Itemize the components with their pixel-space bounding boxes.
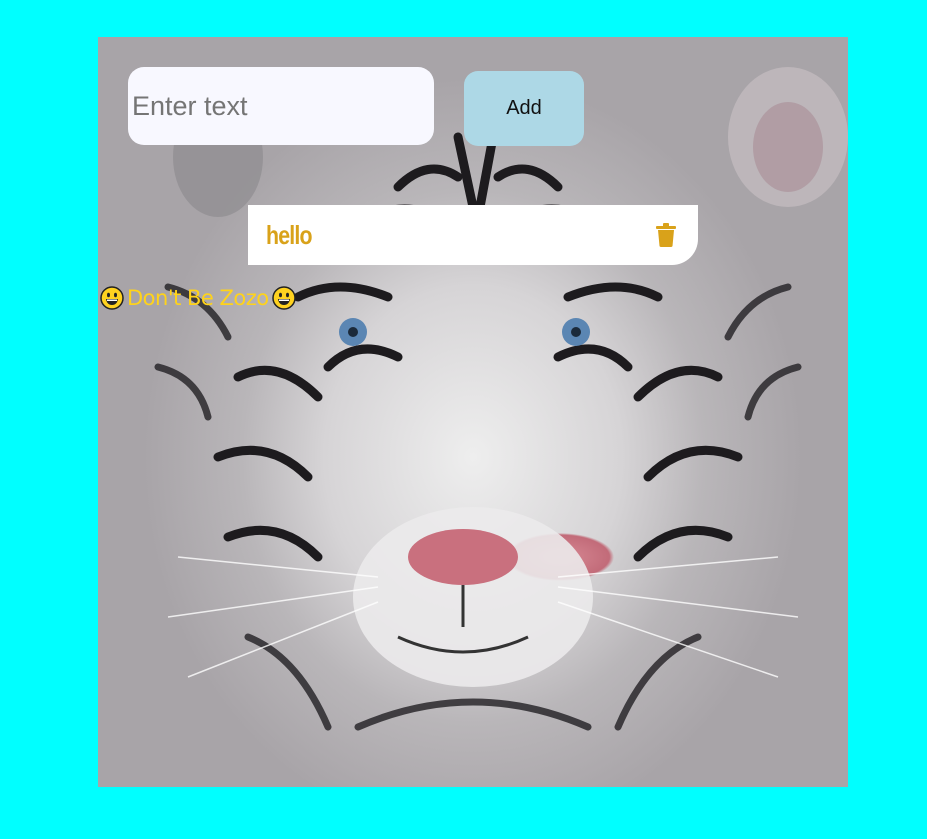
todo-text-input[interactable] [128, 67, 434, 145]
tagline: Don't Be Zozo [100, 284, 296, 312]
add-button[interactable]: Add [464, 71, 584, 146]
tiger-background-image: Add hello Don't Be Zozo [98, 37, 848, 787]
grinning-face-icon [100, 286, 124, 310]
grinning-face-icon [271, 286, 296, 310]
tagline-text: Don't Be Zozo [127, 286, 269, 310]
todo-item-text: hello [266, 219, 312, 250]
trash-icon[interactable] [654, 221, 678, 249]
white-tiger-illustration [154, 67, 848, 731]
todo-list-item: hello [248, 205, 698, 265]
